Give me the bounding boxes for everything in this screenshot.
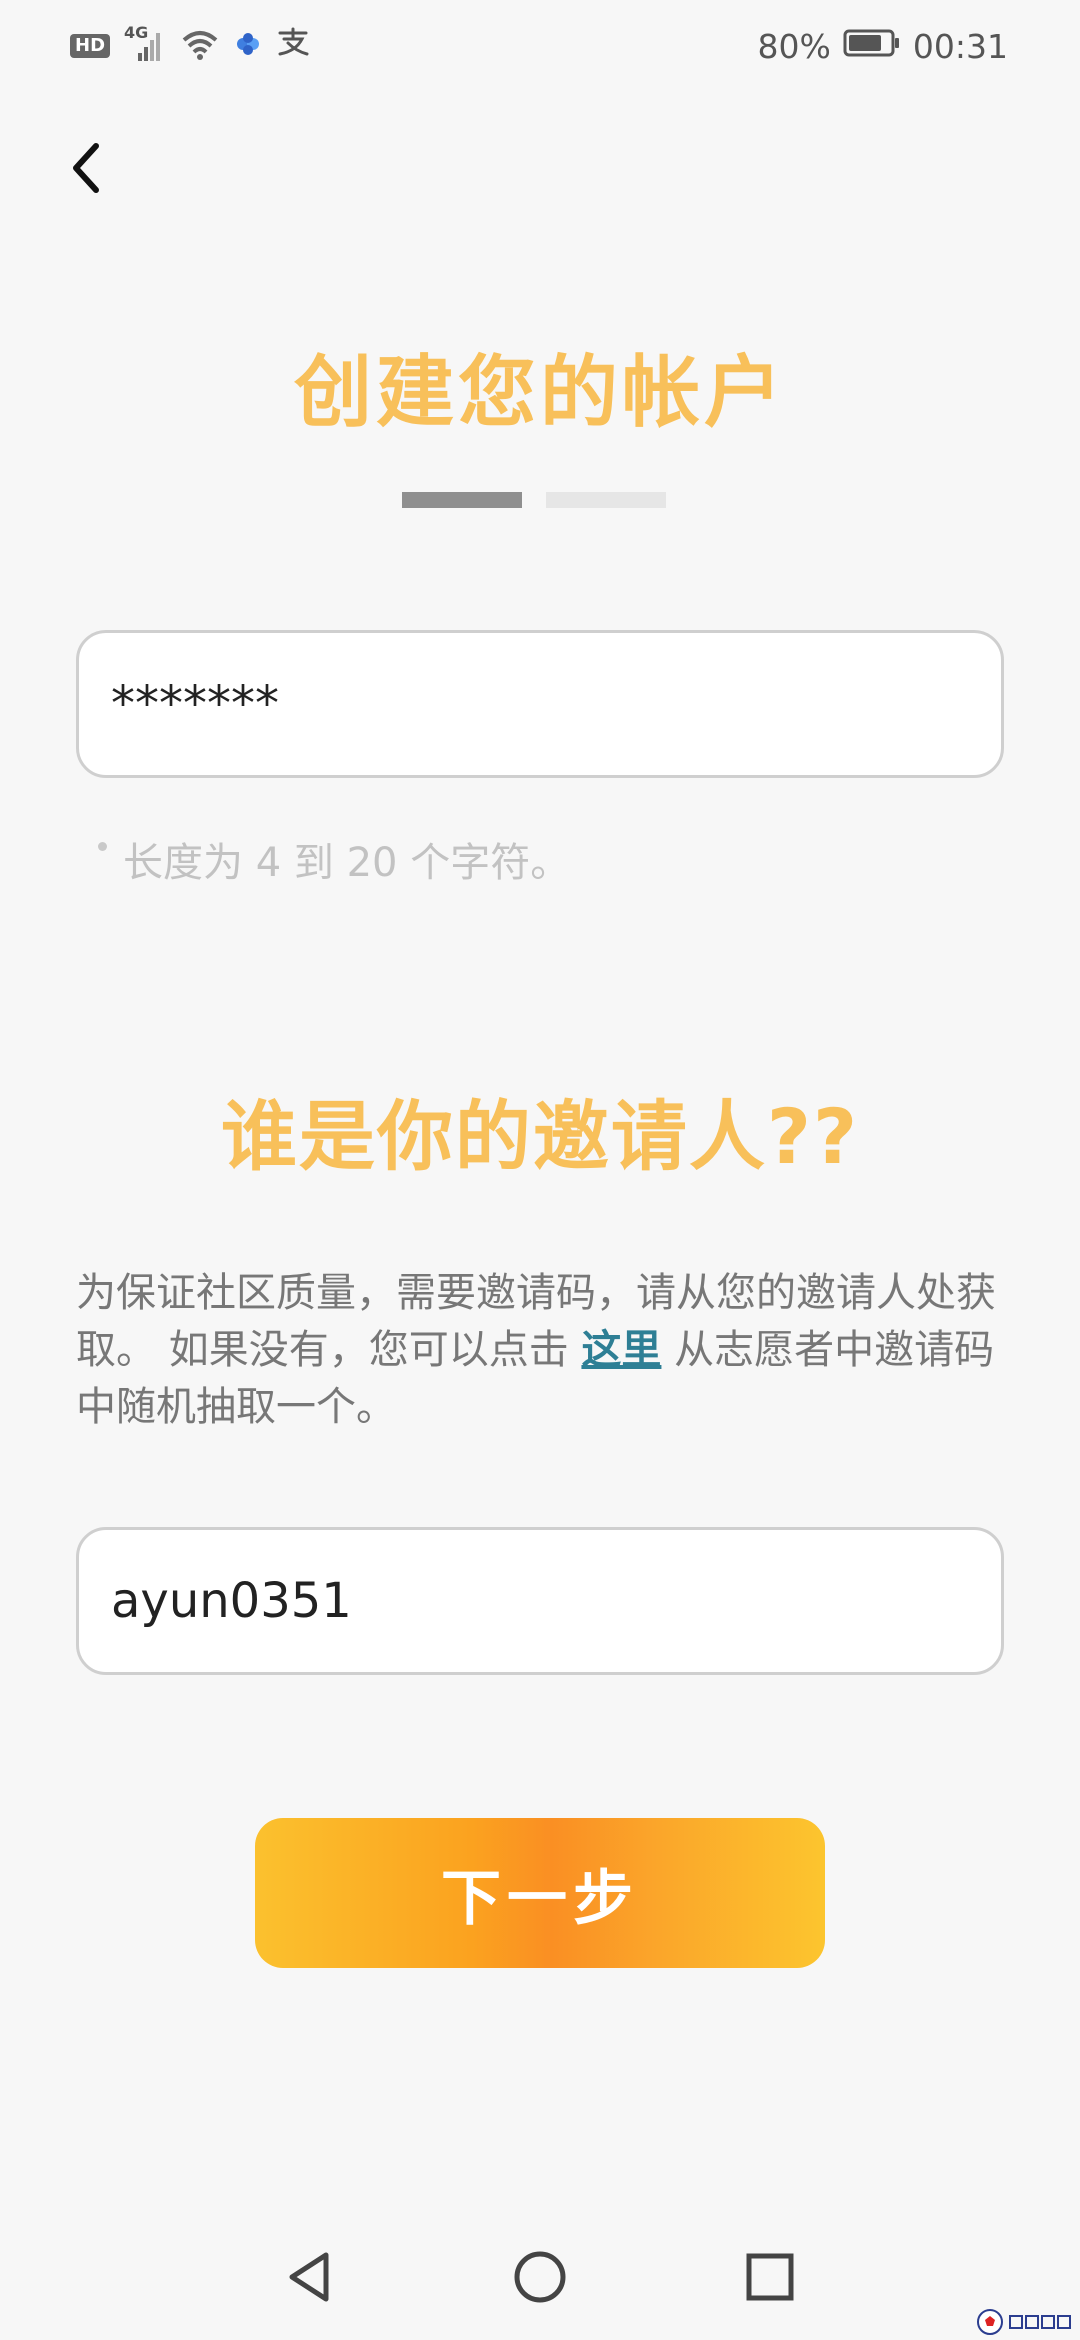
- inviter-title: 谁是你的邀请人??: [220, 1092, 860, 1181]
- clock: 00:31: [912, 26, 1008, 66]
- square-recent-icon: [746, 2253, 794, 2301]
- password-hint: 长度为 4 到 20 个字符。: [98, 830, 570, 888]
- back-button[interactable]: [56, 138, 116, 198]
- nav-home-button[interactable]: [505, 2242, 575, 2312]
- system-nav-bar: [0, 2220, 1080, 2340]
- step-indicator: [402, 492, 666, 508]
- status-left: HD 4G: [70, 23, 310, 68]
- invite-code-input[interactable]: [109, 1572, 971, 1630]
- network-type-label: 4G: [124, 23, 149, 42]
- triangle-back-icon: [289, 2252, 329, 2302]
- status-right: 80% 00:31: [758, 24, 1008, 68]
- step-indicator-active: [402, 492, 522, 508]
- nav-recent-button[interactable]: [735, 2242, 805, 2312]
- alipay-icon: [276, 27, 310, 65]
- battery-percent: 80%: [757, 26, 831, 66]
- app-notification-icon: [234, 30, 262, 62]
- password-hint-text: 长度为 4 到 20 个字符。: [123, 840, 571, 886]
- next-button[interactable]: 下一步: [255, 1818, 825, 1968]
- hd-badge: HD: [70, 34, 111, 58]
- soccer-ball-icon: [977, 2309, 1003, 2335]
- password-field-container[interactable]: [76, 630, 1004, 778]
- wifi-icon: [180, 28, 220, 64]
- watermark-wordmark-icon: [1009, 2315, 1071, 2329]
- step-indicator-inactive: [546, 492, 666, 508]
- invite-description: 为保证社区质量，需要邀请码，请从您的邀请人处获取。 如果没有，您可以点击 这里 …: [76, 1265, 1006, 1436]
- bullet-dot-icon: [98, 842, 107, 851]
- signal-icon: 4G: [124, 23, 166, 63]
- nav-back-button[interactable]: [274, 2242, 344, 2312]
- chevron-left-icon: [73, 143, 99, 193]
- invite-code-field-container[interactable]: [76, 1527, 1004, 1675]
- watermark-logo: [976, 2308, 1072, 2336]
- circle-home-icon: [514, 2251, 566, 2303]
- status-bar: HD 4G 80% 00:31: [0, 0, 1080, 92]
- password-input[interactable]: [109, 675, 971, 733]
- battery-icon: [843, 27, 901, 66]
- page-title: 创建您的帐户: [293, 348, 786, 438]
- random-invite-link[interactable]: 这里: [581, 1327, 661, 1373]
